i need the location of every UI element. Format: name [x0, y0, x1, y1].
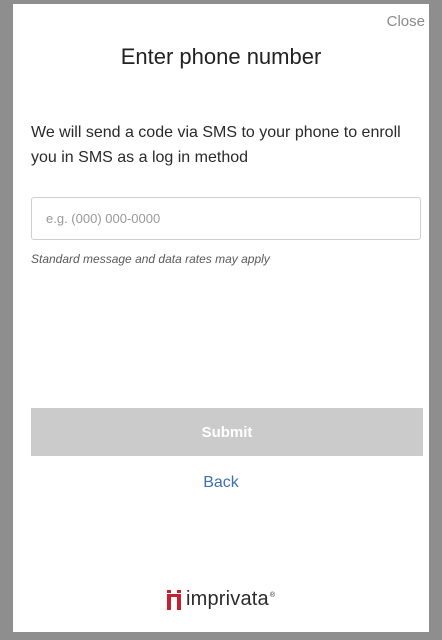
close-link[interactable]: Close — [387, 13, 425, 30]
imprivata-logo: imprivata ® — [13, 588, 429, 611]
back-link[interactable]: Back — [13, 474, 429, 492]
rates-disclaimer: Standard message and data rates may appl… — [31, 252, 270, 266]
enroll-sms-dialog: Close Enter phone number We will send a … — [13, 4, 429, 632]
imprivata-logo-mark-icon — [166, 589, 181, 610]
logo-wordmark: imprivata — [185, 588, 269, 610]
description-text: We will send a code via SMS to your phon… — [31, 124, 401, 166]
phone-number-input[interactable] — [31, 197, 421, 240]
logo-trademark: ® — [269, 592, 276, 599]
dialog-title: Enter phone number — [120, 44, 322, 69]
submit-button[interactable]: Submit — [31, 408, 423, 456]
